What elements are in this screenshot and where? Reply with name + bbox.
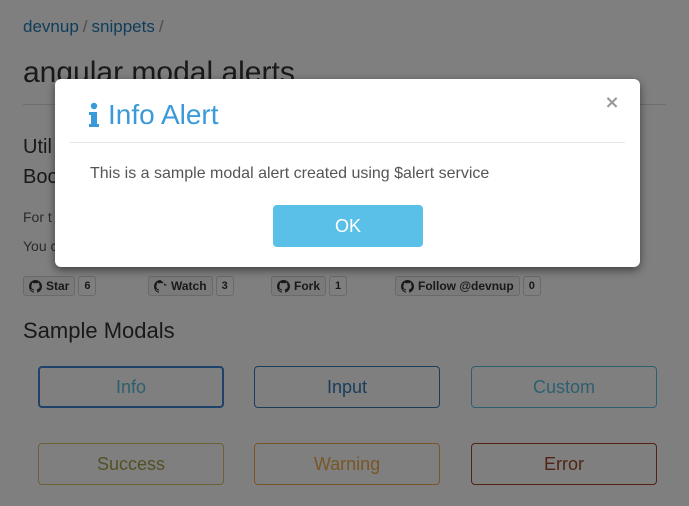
ok-button[interactable]: OK [273, 205, 423, 247]
modal-header: Info Alert × [70, 79, 625, 143]
modal-title: Info Alert [88, 99, 219, 131]
close-icon[interactable]: × [603, 93, 621, 113]
info-alert-modal: Info Alert × This is a sample modal aler… [55, 79, 640, 267]
info-icon [88, 102, 100, 128]
modal-title-text: Info Alert [108, 99, 219, 130]
modal-body-text: This is a sample modal alert created usi… [90, 165, 490, 182]
page: devnup/snippets/ angular modal alerts Ut… [0, 0, 689, 506]
